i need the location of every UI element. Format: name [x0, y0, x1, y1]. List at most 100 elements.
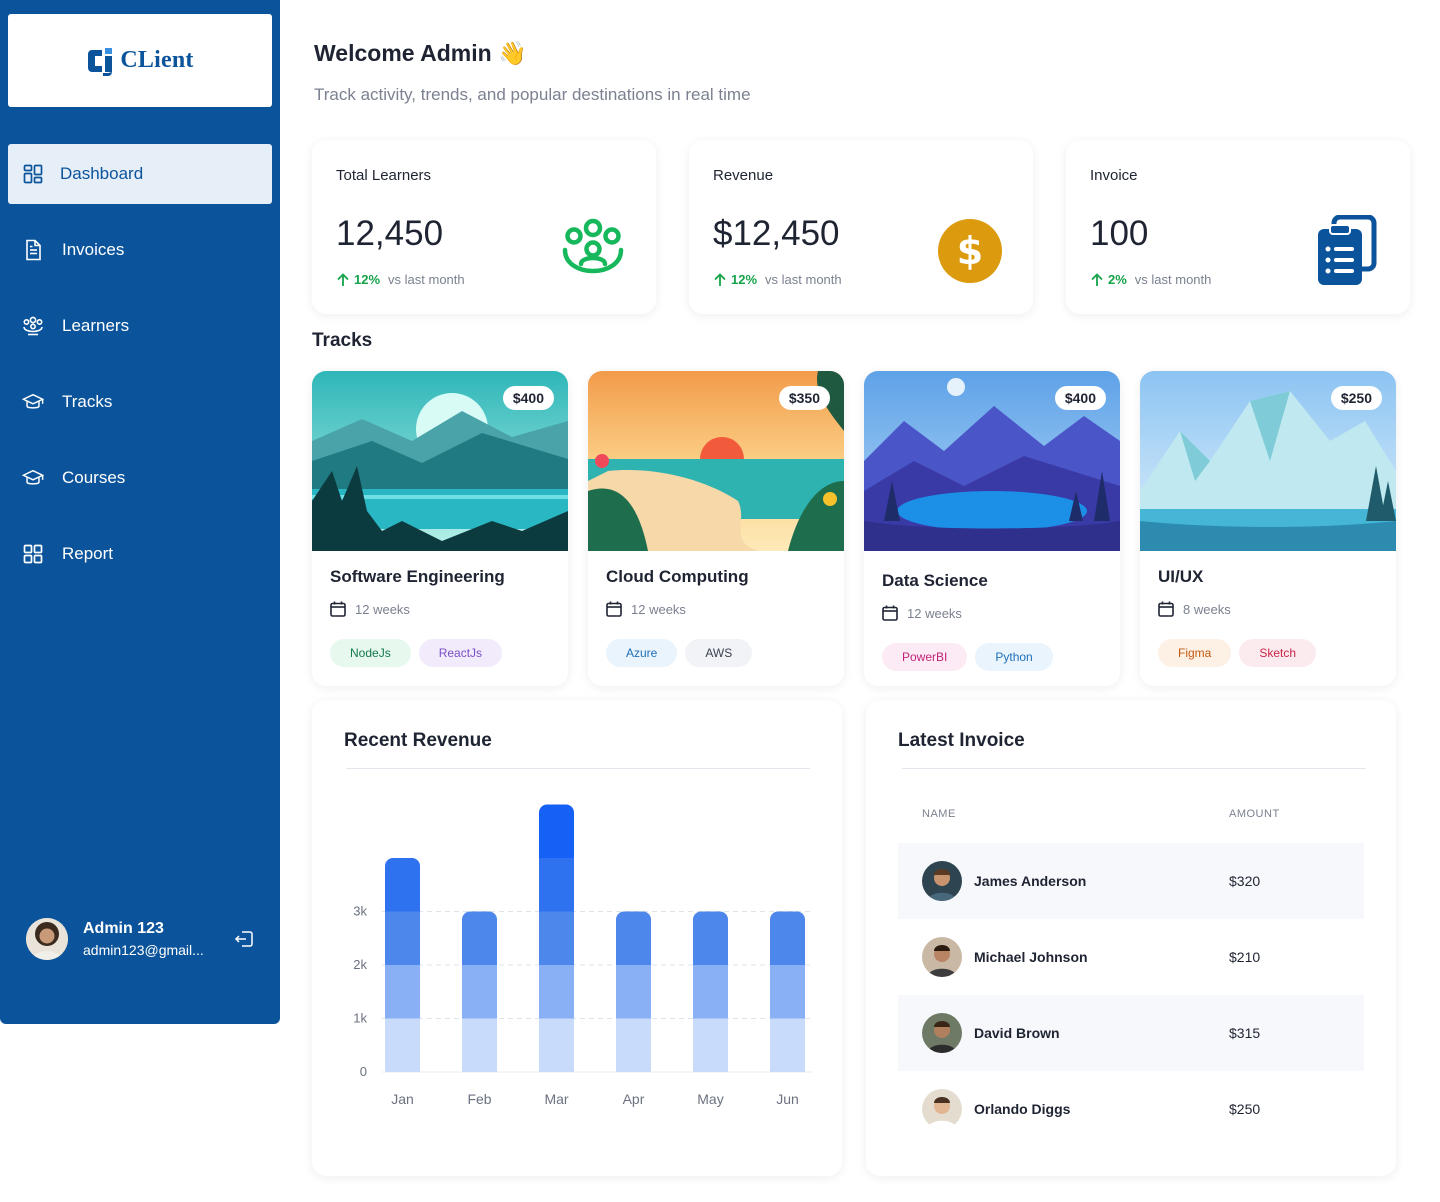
- invoice-name: Michael Johnson: [974, 949, 1088, 965]
- bar-jan[interactable]: [385, 858, 420, 1072]
- avatar: [922, 861, 962, 901]
- invoice-amount: $210: [1229, 949, 1261, 965]
- invoice-name: James Anderson: [974, 873, 1087, 889]
- sidebar-item-dashboard[interactable]: Dashboard: [8, 144, 272, 204]
- tracks-heading: Tracks: [312, 330, 373, 351]
- x-tick-label: May: [697, 1091, 723, 1107]
- track-tags: Azure AWS: [606, 639, 753, 667]
- track-tags: NodeJs ReactJs: [330, 639, 503, 667]
- bar-segment: [385, 858, 420, 912]
- column-header-name: NAME: [922, 808, 956, 820]
- bar-segment: [693, 965, 728, 1019]
- invoice-amount: $320: [1229, 873, 1261, 889]
- calendar-icon: [1158, 601, 1174, 617]
- bar-segment: [539, 911, 574, 965]
- track-card[interactable]: $350 Cloud Computing 12 weeks Azure AWS: [588, 371, 844, 686]
- bar-mar[interactable]: [539, 804, 574, 1073]
- x-tick-label: Jun: [776, 1091, 799, 1107]
- invoice-title: Latest Invoice: [898, 730, 1025, 751]
- dollar-coin-icon: $: [937, 218, 1003, 284]
- bar-segment: [385, 965, 420, 1019]
- bar-segment: [616, 1018, 651, 1072]
- track-card[interactable]: $400 Software Engineering 12 weeks NodeJ…: [312, 371, 568, 686]
- table-row[interactable]: James Anderson $320: [898, 843, 1364, 919]
- bar-segment: [770, 965, 805, 1019]
- track-title: Cloud Computing: [606, 567, 749, 586]
- tag[interactable]: AWS: [685, 639, 753, 667]
- avatar: [922, 1089, 962, 1129]
- calendar-icon: [606, 601, 622, 617]
- x-tick-label: Mar: [544, 1091, 568, 1107]
- sidebar: CLient Dashboard Invoices Learners Track…: [0, 0, 280, 1024]
- bar-segment: [539, 804, 574, 858]
- bar-segment: [539, 1018, 574, 1072]
- sidebar-item-invoices[interactable]: Invoices: [8, 220, 272, 280]
- tag[interactable]: Python: [975, 643, 1053, 671]
- table-row[interactable]: Orlando Diggs $250: [898, 1071, 1364, 1147]
- track-card[interactable]: $400 Data Science 12 weeks PowerBI Pytho…: [864, 371, 1120, 686]
- table-row[interactable]: Michael Johnson $210: [898, 919, 1364, 995]
- stat-trend: 12% vs last month: [713, 272, 842, 287]
- bar-may[interactable]: [693, 911, 728, 1073]
- calendar-icon: [330, 601, 346, 617]
- column-header-amount: AMOUNT: [1229, 808, 1280, 820]
- table-row[interactable]: David Brown $315: [898, 995, 1364, 1071]
- wave-emoji: 👋: [498, 40, 527, 66]
- bar-segment: [385, 911, 420, 965]
- brand-name: CLient: [120, 47, 194, 73]
- y-tick-label: 1k: [353, 1011, 367, 1026]
- stat-label: Total Learners: [336, 167, 432, 184]
- logo-box[interactable]: CLient: [8, 14, 272, 107]
- avatar: [922, 1013, 962, 1053]
- brand-mark-icon: [88, 47, 113, 76]
- arrow-up-icon: [337, 272, 349, 286]
- invoice-name: Orlando Diggs: [974, 1101, 1071, 1117]
- sidebar-item-courses[interactable]: Courses: [8, 448, 272, 508]
- logout-icon: [234, 931, 253, 947]
- trend-compare: vs last month: [1134, 272, 1212, 287]
- stat-trend: 12% vs last month: [336, 272, 465, 287]
- invoice-name: David Brown: [974, 1025, 1060, 1041]
- tag[interactable]: PowerBI: [882, 643, 968, 671]
- x-tick-label: Feb: [467, 1091, 491, 1107]
- sidebar-item-learners[interactable]: Learners: [8, 296, 272, 356]
- bar-segment: [462, 911, 497, 965]
- avatar: [922, 937, 962, 977]
- user-profile: Admin 123 admin123@gmail...: [26, 918, 258, 960]
- x-tick-label: Apr: [623, 1091, 645, 1107]
- page-subtitle: Track activity, trends, and popular dest…: [314, 85, 751, 104]
- price-badge: $400: [1054, 386, 1106, 410]
- bar-segment: [385, 1018, 420, 1072]
- sidebar-item-report[interactable]: Report: [8, 524, 272, 584]
- trend-percent: 12%: [731, 272, 758, 287]
- x-tick-label: Jan: [391, 1091, 414, 1107]
- bar-jun[interactable]: [770, 911, 805, 1073]
- trend-compare: vs last month: [388, 272, 465, 287]
- calendar-icon: [882, 605, 898, 621]
- tag[interactable]: Azure: [606, 639, 678, 667]
- sidebar-item-label: Learners: [62, 316, 130, 335]
- stat-value: 100: [1090, 214, 1149, 253]
- tag[interactable]: ReactJs: [418, 639, 503, 667]
- graduation-cap-icon: [22, 391, 44, 413]
- bar-feb[interactable]: [462, 911, 497, 1073]
- price-badge: $350: [778, 386, 830, 410]
- tag[interactable]: Sketch: [1239, 639, 1317, 667]
- stat-label: Revenue: [713, 167, 774, 184]
- revenue-panel: Recent Revenue 0 1k 2k 3k Jan Feb Mar Apr May Jun: [312, 700, 842, 1176]
- track-card[interactable]: $250 UI/UX 8 weeks Figma Sketch: [1140, 371, 1396, 686]
- track-title: UI/UX: [1158, 567, 1204, 586]
- user-email: admin123@gmail...: [83, 942, 204, 958]
- avatar[interactable]: [26, 918, 68, 960]
- tag[interactable]: Figma: [1158, 639, 1232, 667]
- stat-card-invoice: Invoice 100 2% vs last month: [1066, 140, 1410, 314]
- tag[interactable]: NodeJs: [330, 639, 411, 667]
- sidebar-item-label: Dashboard: [60, 164, 144, 183]
- bar-apr[interactable]: [616, 911, 651, 1073]
- trend-percent: 2%: [1108, 272, 1127, 287]
- divider: [902, 768, 1366, 769]
- sidebar-item-tracks[interactable]: Tracks: [8, 372, 272, 432]
- logout-button[interactable]: [232, 926, 258, 952]
- track-duration: 8 weeks: [1158, 601, 1231, 617]
- track-tags: PowerBI Python: [882, 643, 1053, 671]
